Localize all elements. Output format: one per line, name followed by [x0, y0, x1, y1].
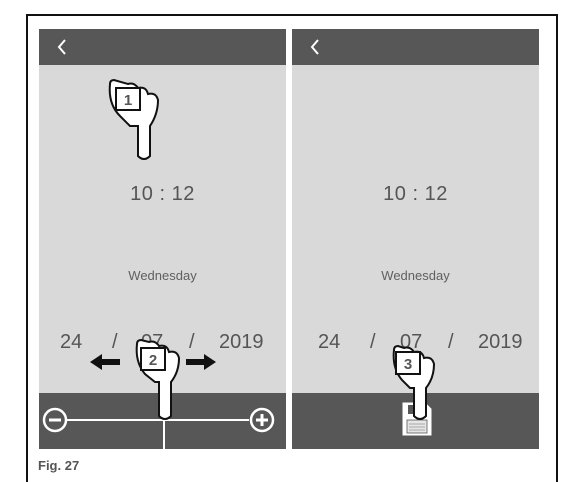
chevron-left-icon: [57, 39, 66, 55]
minus-circle-icon[interactable]: [42, 407, 68, 433]
floppy-disk-icon: [402, 402, 432, 436]
date-display: 24 / 07 / 2019: [39, 331, 286, 361]
weekday-label: Wednesday: [381, 268, 450, 283]
arrow-right-icon: [186, 354, 216, 370]
date-day[interactable]: 24: [60, 331, 82, 354]
arrow-left-icon: [90, 354, 120, 370]
date-display: 24 / 07 / 2019: [292, 331, 539, 361]
date-separator: /: [189, 331, 195, 353]
date-separator: /: [370, 331, 376, 353]
date-year[interactable]: 2019: [478, 331, 523, 354]
date-separator: /: [448, 331, 454, 353]
chevron-left-icon: [310, 39, 319, 55]
right-screen: 10 : 12 Wednesday 24 / 07 / 2019: [292, 29, 539, 449]
date-year[interactable]: 2019: [219, 331, 264, 354]
figure-caption: Fig. 27: [38, 458, 80, 473]
date-separator: /: [112, 331, 118, 353]
left-screen: 10 : 12 Wednesday 24 / 07 / 2019: [39, 29, 286, 449]
save-button[interactable]: [292, 393, 539, 449]
time-display[interactable]: 10 : 12: [292, 183, 539, 206]
time-display[interactable]: 10 : 12: [39, 183, 286, 206]
bottom-bar: [292, 393, 539, 449]
back-button[interactable]: [300, 29, 330, 65]
date-month[interactable]: 07: [141, 331, 163, 354]
top-bar: [39, 29, 286, 65]
adjust-slider[interactable]: [39, 393, 286, 449]
top-bar: [292, 29, 539, 65]
weekday-label: Wednesday: [128, 268, 197, 283]
bottom-bar: [39, 393, 286, 449]
plus-circle-icon[interactable]: [249, 407, 275, 433]
back-button[interactable]: [47, 29, 77, 65]
date-month[interactable]: 07: [400, 331, 422, 354]
date-day[interactable]: 24: [318, 331, 340, 354]
